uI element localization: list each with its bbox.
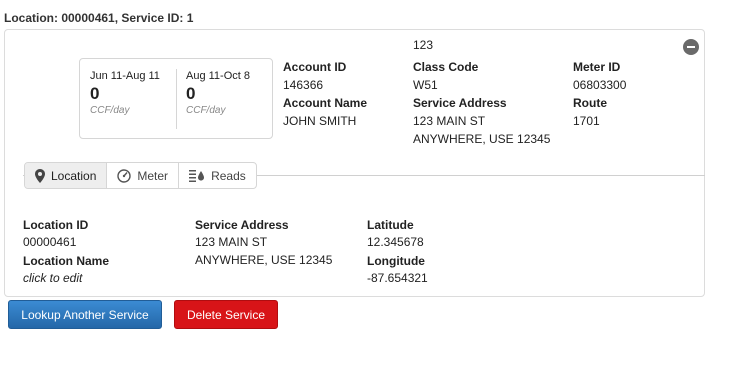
account-id-label: Account ID	[283, 60, 347, 74]
usage-summary-card: Jun 11-Aug 11 0 CCF/day Aug 11-Oct 8 0 C…	[79, 58, 273, 139]
map-pin-icon	[35, 168, 45, 183]
gauge-icon	[117, 168, 132, 183]
service-address-label: Service Address	[413, 96, 507, 110]
longitude-label: Longitude	[367, 254, 425, 268]
lookup-another-service-button[interactable]: Lookup Another Service	[8, 300, 162, 329]
usage-period-1: Jun 11-Aug 11 0 CCF/day	[90, 70, 160, 116]
page-title: Location: 00000461, Service ID: 1	[4, 11, 194, 25]
usage-unit: CCF/day	[90, 105, 130, 116]
location-name-edit[interactable]: click to edit	[23, 271, 82, 285]
latitude-label: Latitude	[367, 218, 414, 232]
tab-label: Reads	[211, 168, 246, 183]
tab-label: Meter	[137, 168, 169, 183]
route-label: Route	[573, 96, 607, 110]
usage-unit: CCF/day	[186, 105, 226, 116]
usage-value: 0	[90, 84, 100, 103]
account-name-value: JOHN SMITH	[283, 114, 357, 128]
collapse-icon[interactable]	[683, 39, 699, 55]
route-value: 1701	[573, 114, 600, 128]
usage-divider	[176, 69, 177, 129]
location-id-value: 00000461	[23, 235, 77, 249]
location-service-address-line1: 123 MAIN ST	[195, 235, 268, 249]
account-id-value: 146366	[283, 78, 324, 92]
summary-top-value: 123	[413, 38, 434, 52]
location-name-label: Location Name	[23, 254, 110, 268]
delete-service-button[interactable]: Delete Service	[174, 300, 278, 329]
usage-period-label: Aug 11-Oct 8	[186, 70, 250, 82]
tab-bar: Location Meter Reads	[24, 162, 257, 189]
location-service-address-label: Service Address	[195, 218, 289, 232]
usage-period-2: Aug 11-Oct 8 0 CCF/day	[186, 70, 250, 116]
usage-value: 0	[186, 84, 196, 103]
tab-reads[interactable]: Reads	[179, 163, 256, 188]
meter-id-label: Meter ID	[573, 60, 621, 74]
tab-location[interactable]: Location	[25, 163, 108, 188]
class-code-label: Class Code	[413, 60, 479, 74]
usage-period-label: Jun 11-Aug 11	[90, 70, 160, 82]
service-address-line1: 123 MAIN ST	[413, 114, 486, 128]
reads-icon	[189, 170, 205, 182]
longitude-value: -87.654321	[367, 271, 428, 285]
location-service-address-line2: ANYWHERE, USE 12345	[195, 253, 333, 267]
location-id-label: Location ID	[23, 218, 89, 232]
tab-label: Location	[51, 168, 97, 183]
meter-id-value: 06803300	[573, 78, 627, 92]
service-address-line2: ANYWHERE, USE 12345	[413, 132, 551, 146]
latitude-value: 12.345678	[367, 235, 424, 249]
account-name-label: Account Name	[283, 96, 368, 110]
tab-meter[interactable]: Meter	[107, 163, 180, 188]
class-code-value: W51	[413, 78, 438, 92]
